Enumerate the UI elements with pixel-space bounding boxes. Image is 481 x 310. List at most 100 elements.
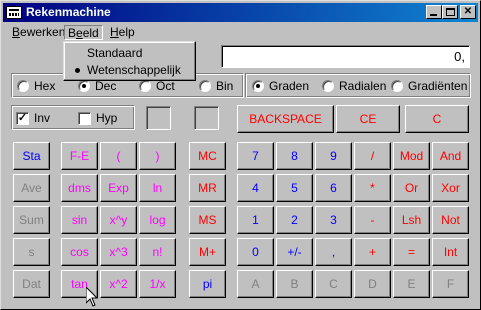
log-button[interactable]: log	[139, 206, 176, 234]
calculator-app-icon[interactable]	[6, 6, 22, 19]
title-bar[interactable]: Rekenmachine ✕	[3, 3, 478, 22]
dms-button[interactable]: dms	[61, 174, 98, 202]
pi-button[interactable]: pi	[189, 270, 226, 298]
radio-radialen-control[interactable]	[322, 80, 334, 92]
checkbox-hyp[interactable]: Hyp	[78, 111, 117, 125]
sign-toggle-button[interactable]: +/-	[276, 238, 313, 266]
radio-oct-label: Oct	[156, 79, 175, 93]
clear-button[interactable]: C	[405, 105, 469, 133]
subtract-button[interactable]: -	[354, 206, 391, 234]
beeld-dropdown-menu: Standaard Wetenschappelijk	[63, 41, 196, 81]
parenthesis-indicator	[194, 106, 219, 130]
factorial-button[interactable]: n!	[139, 238, 176, 266]
result-display: 0,	[221, 45, 470, 68]
x-squared-button[interactable]: x^2	[100, 270, 137, 298]
digit-7-button[interactable]: 7	[237, 142, 274, 170]
dat-button[interactable]: Dat	[13, 270, 50, 298]
sum-button[interactable]: Sum	[13, 206, 50, 234]
multiply-button[interactable]: *	[354, 174, 391, 202]
reciprocal-button[interactable]: 1/x	[139, 270, 176, 298]
radio-bin-control[interactable]	[199, 80, 211, 92]
lsh-button[interactable]: Lsh	[393, 206, 430, 234]
fe-button[interactable]: F-E	[61, 142, 98, 170]
digit-4-button[interactable]: 4	[237, 174, 274, 202]
exp-button[interactable]: Exp	[100, 174, 137, 202]
radio-gradienten[interactable]: Gradiënten	[391, 79, 467, 93]
hex-f-button[interactable]: F	[432, 270, 469, 298]
ave-button[interactable]: Ave	[13, 174, 50, 202]
m-plus-button[interactable]: M+	[189, 238, 226, 266]
decimal-button[interactable]: ,	[315, 238, 352, 266]
x-pow-y-button[interactable]: x^y	[100, 206, 137, 234]
hex-c-button[interactable]: C	[315, 270, 352, 298]
hex-b-button[interactable]: B	[276, 270, 313, 298]
cos-button[interactable]: cos	[61, 238, 98, 266]
radio-bin-label: Bin	[216, 79, 234, 93]
radio-dec[interactable]: Dec	[78, 79, 116, 93]
mod-button[interactable]: Mod	[393, 142, 430, 170]
digit-0-button[interactable]: 0	[237, 238, 274, 266]
mc-button[interactable]: MC	[189, 142, 226, 170]
equals-button[interactable]: =	[393, 238, 430, 266]
checkbox-inv[interactable]: ✓ Inv	[16, 111, 50, 125]
radio-gradienten-control[interactable]	[391, 80, 403, 92]
hex-d-button[interactable]: D	[354, 270, 391, 298]
maximize-button[interactable]	[442, 5, 458, 19]
s-button[interactable]: s	[13, 238, 50, 266]
checkbox-hyp-control[interactable]	[78, 111, 91, 125]
ms-button[interactable]: MS	[189, 206, 226, 234]
checkbox-inv-control[interactable]: ✓	[16, 111, 29, 125]
radio-bin[interactable]: Bin	[199, 79, 233, 93]
menu-help[interactable]: Help	[107, 25, 138, 40]
radio-oct-control[interactable]	[139, 80, 151, 92]
radio-graden-label: Graden	[269, 79, 310, 93]
radio-oct[interactable]: Oct	[139, 79, 175, 93]
ln-button[interactable]: ln	[139, 174, 176, 202]
sin-button[interactable]: sin	[61, 206, 98, 234]
checkbox-inv-label: Inv	[34, 111, 51, 125]
maximize-icon	[446, 8, 455, 16]
radio-graden[interactable]: Graden	[252, 79, 309, 93]
menu-item-standaard[interactable]: Standaard	[67, 45, 193, 61]
minimize-button[interactable]	[426, 5, 442, 19]
backspace-button[interactable]: BACKSPACE	[237, 105, 334, 133]
radio-radialen[interactable]: Radialen	[322, 79, 386, 93]
open-paren-button[interactable]: (	[100, 142, 137, 170]
digit-8-button[interactable]: 8	[276, 142, 313, 170]
not-button[interactable]: Not	[432, 206, 469, 234]
mr-button[interactable]: MR	[189, 174, 226, 202]
and-button[interactable]: And	[432, 142, 469, 170]
radio-dec-control[interactable]	[78, 80, 90, 92]
hex-e-button[interactable]: E	[393, 270, 430, 298]
xor-button[interactable]: Xor	[432, 174, 469, 202]
digit-3-button[interactable]: 3	[315, 206, 352, 234]
calculator-window: Rekenmachine ✕ Bewerken Beeld Help Stand…	[0, 0, 481, 310]
or-button[interactable]: Or	[393, 174, 430, 202]
divide-button[interactable]: /	[354, 142, 391, 170]
digit-2-button[interactable]: 2	[276, 206, 313, 234]
digit-6-button[interactable]: 6	[315, 174, 352, 202]
clear-entry-button[interactable]: CE	[336, 105, 400, 133]
menu-bewerken[interactable]: Bewerken	[9, 25, 68, 40]
radio-hex[interactable]: Hex	[17, 79, 55, 93]
menu-beeld[interactable]: Beeld	[64, 25, 103, 40]
minimize-icon	[430, 14, 437, 16]
x-cubed-button[interactable]: x^3	[100, 238, 137, 266]
int-button[interactable]: Int	[432, 238, 469, 266]
close-paren-button[interactable]: )	[139, 142, 176, 170]
radio-graden-control[interactable]	[252, 80, 264, 92]
sta-button[interactable]: Sta	[13, 142, 50, 170]
menu-bar: Bewerken Beeld Help	[3, 23, 478, 41]
menu-item-wetenschappelijk[interactable]: Wetenschappelijk	[67, 62, 193, 78]
digit-5-button[interactable]: 5	[276, 174, 313, 202]
radio-hex-control[interactable]	[17, 80, 29, 92]
checkbox-hyp-label: Hyp	[96, 111, 118, 125]
radio-hex-label: Hex	[34, 79, 56, 93]
radio-gradienten-label: Gradiënten	[408, 79, 468, 93]
digit-9-button[interactable]: 9	[315, 142, 352, 170]
add-button[interactable]: +	[354, 238, 391, 266]
angle-mode-group: Graden Radialen Gradiënten	[245, 73, 471, 98]
digit-1-button[interactable]: 1	[237, 206, 274, 234]
hex-a-button[interactable]: A	[237, 270, 274, 298]
close-button[interactable]: ✕	[460, 5, 476, 19]
